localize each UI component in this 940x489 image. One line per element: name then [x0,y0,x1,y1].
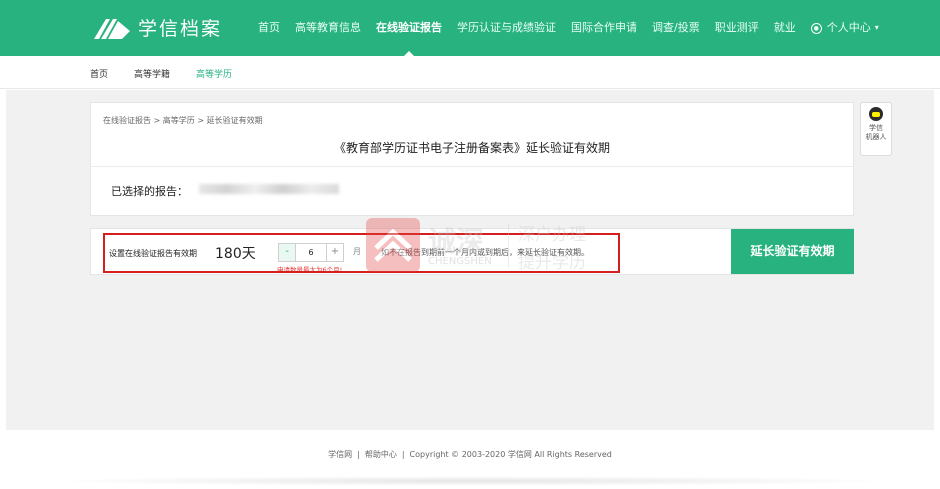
page-title: 《教育部学历证书电子注册备案表》延长验证有效期 [333,141,610,155]
subnav-higher-enrollment[interactable]: 高等学籍 [134,67,170,80]
footer-link-chsi[interactable]: 学信网 [328,450,352,459]
selected-report-label: 已选择的报告： [111,185,188,198]
user-center-menu[interactable]: ● 个人中心 ▾ [810,0,879,56]
footer: 学信网 | 帮助中心 | Copyright © 2003-2020 学信网 All R… [328,450,612,459]
user-center-label: 个人中心 [826,21,871,34]
selected-report-value-redacted [199,184,339,194]
nav-international-application[interactable]: 国际合作申请 [571,0,637,56]
nav-home[interactable]: 首页 [258,0,280,56]
extend-validity-button[interactable]: 延长验证有效期 [731,229,854,274]
chevron-down-icon: ▾ [874,23,879,32]
top-navigation-bar: 学信档案 首页 高等教育信息 在线验证报告 学历认证与成绩验证 国际合作申请 调… [0,0,940,56]
footer-copyright: Copyright © 2003-2020 学信网 All Rights Res… [409,450,612,459]
subnav-home[interactable]: 首页 [90,67,108,80]
nav-career-assessment[interactable]: 职业测评 [715,0,759,56]
annotation-highlight-box [103,233,620,273]
nav-employment[interactable]: 就业 [774,0,796,56]
subnav-higher-degree[interactable]: 高等学历 [196,67,232,80]
robot-label-2: 机器人 [865,133,887,141]
xuexin-robot-widget[interactable]: 学信 机器人 [860,102,892,156]
divider [91,166,853,167]
robot-label-1: 学信 [869,124,883,132]
site-logo[interactable]: 学信档案 [92,14,222,41]
main-nav: 首页 高等教育信息 在线验证报告 学历认证与成绩验证 国际合作申请 调查/投票 … [258,0,894,56]
nav-online-verification-report[interactable]: 在线验证报告 [376,0,442,56]
nav-higher-education-info[interactable]: 高等教育信息 [295,0,361,56]
logo-icon [92,15,130,41]
nav-survey-vote[interactable]: 调查/投票 [652,0,700,56]
bottom-shadow [40,476,900,486]
logo-text: 学信档案 [138,18,223,40]
user-icon: ● [810,22,822,34]
footer-link-help[interactable]: 帮助中心 [365,450,397,459]
breadcrumb: 在线验证报告 > 高等学历 > 延长验证有效期 [103,116,263,125]
report-panel: 在线验证报告 > 高等学历 > 延长验证有效期 《教育部学历证书电子注册备案表》… [90,102,854,216]
robot-icon [869,107,883,121]
nav-degree-certification[interactable]: 学历认证与成绩验证 [457,0,556,56]
sub-navigation: 首页 高等学籍 高等学历 [0,56,940,89]
